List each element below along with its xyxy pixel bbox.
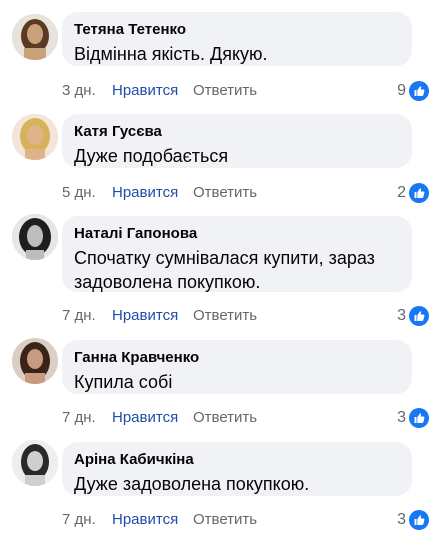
comment-time[interactable]: 7 дн. (62, 407, 96, 429)
comment-bubble: Ганна Кравченко Купила собі (62, 340, 412, 394)
comment-actions: 7 дн. Нравится Ответить 3 (62, 509, 432, 531)
like-button[interactable]: Нравится (112, 407, 178, 429)
comment-bubble: Катя Гусєва Дуже подобається (62, 114, 412, 168)
comment-text-line: задоволена покупкою. (74, 272, 261, 292)
like-button[interactable]: Нравится (112, 80, 178, 102)
like-count[interactable]: 9 (397, 80, 406, 102)
thumbs-up-icon[interactable] (409, 510, 429, 530)
comment-actions: 7 дн. Нравится Ответить 3 (62, 407, 432, 429)
comment-text-line: Спочатку сумнівалася купити, зараз (74, 248, 375, 268)
avatar-photo-icon (12, 14, 58, 60)
reply-button[interactable]: Ответить (193, 182, 257, 204)
comment-time[interactable]: 5 дн. (62, 182, 96, 204)
comment-time[interactable]: 7 дн. (62, 509, 96, 531)
like-count[interactable]: 3 (397, 509, 406, 531)
comment-text: Відмінна якість. Дякую. (74, 44, 268, 64)
comment-actions: 5 дн. Нравится Ответить 2 (62, 182, 432, 204)
reply-button[interactable]: Ответить (193, 407, 257, 429)
comment-author[interactable]: Наталі Гапонова (74, 224, 400, 244)
avatar[interactable] (12, 338, 58, 384)
like-count[interactable]: 3 (397, 407, 406, 429)
avatar-photo-icon (12, 214, 58, 260)
comment-actions: 7 дн. Нравится Ответить 3 (62, 305, 432, 327)
avatar-photo-icon (12, 338, 58, 384)
comment-actions: 3 дн. Нравится Ответить 9 (62, 80, 432, 102)
comment-time[interactable]: 3 дн. (62, 80, 96, 102)
thumbs-up-icon[interactable] (409, 81, 429, 101)
like-count[interactable]: 3 (397, 305, 406, 327)
comment-text: Купила собі (74, 372, 173, 392)
comment-text: Дуже задоволена покупкою. (74, 474, 310, 494)
reply-button[interactable]: Ответить (193, 305, 257, 327)
avatar[interactable] (12, 14, 58, 60)
like-button[interactable]: Нравится (112, 182, 178, 204)
like-button[interactable]: Нравится (112, 305, 178, 327)
avatar[interactable] (12, 114, 58, 160)
thumbs-up-icon[interactable] (409, 183, 429, 203)
thumbs-up-icon[interactable] (409, 306, 429, 326)
comment-time[interactable]: 7 дн. (62, 305, 96, 327)
comment-text: Спочатку сумнівалася купити, зараз задов… (74, 246, 400, 294)
reply-button[interactable]: Ответить (193, 509, 257, 531)
thumbs-up-icon[interactable] (409, 408, 429, 428)
avatar[interactable] (12, 440, 58, 486)
avatar-photo-icon (12, 114, 58, 160)
comment-author[interactable]: Ганна Кравченко (74, 348, 400, 368)
avatar[interactable] (12, 214, 58, 260)
like-button[interactable]: Нравится (112, 509, 178, 531)
comment-author[interactable]: Катя Гусєва (74, 122, 400, 142)
like-count[interactable]: 2 (397, 182, 406, 204)
avatar-photo-icon (12, 440, 58, 486)
comment-text: Дуже подобається (74, 146, 229, 166)
comment-bubble: Тетяна Тетенко Відмінна якість. Дякую. (62, 12, 412, 66)
comment-bubble: Аріна Кабичкіна Дуже задоволена покупкою… (62, 442, 412, 496)
comment-author[interactable]: Тетяна Тетенко (74, 20, 400, 40)
reply-button[interactable]: Ответить (193, 80, 257, 102)
comment-bubble: Наталі Гапонова Спочатку сумнівалася куп… (62, 216, 412, 292)
comment-author[interactable]: Аріна Кабичкіна (74, 450, 400, 470)
